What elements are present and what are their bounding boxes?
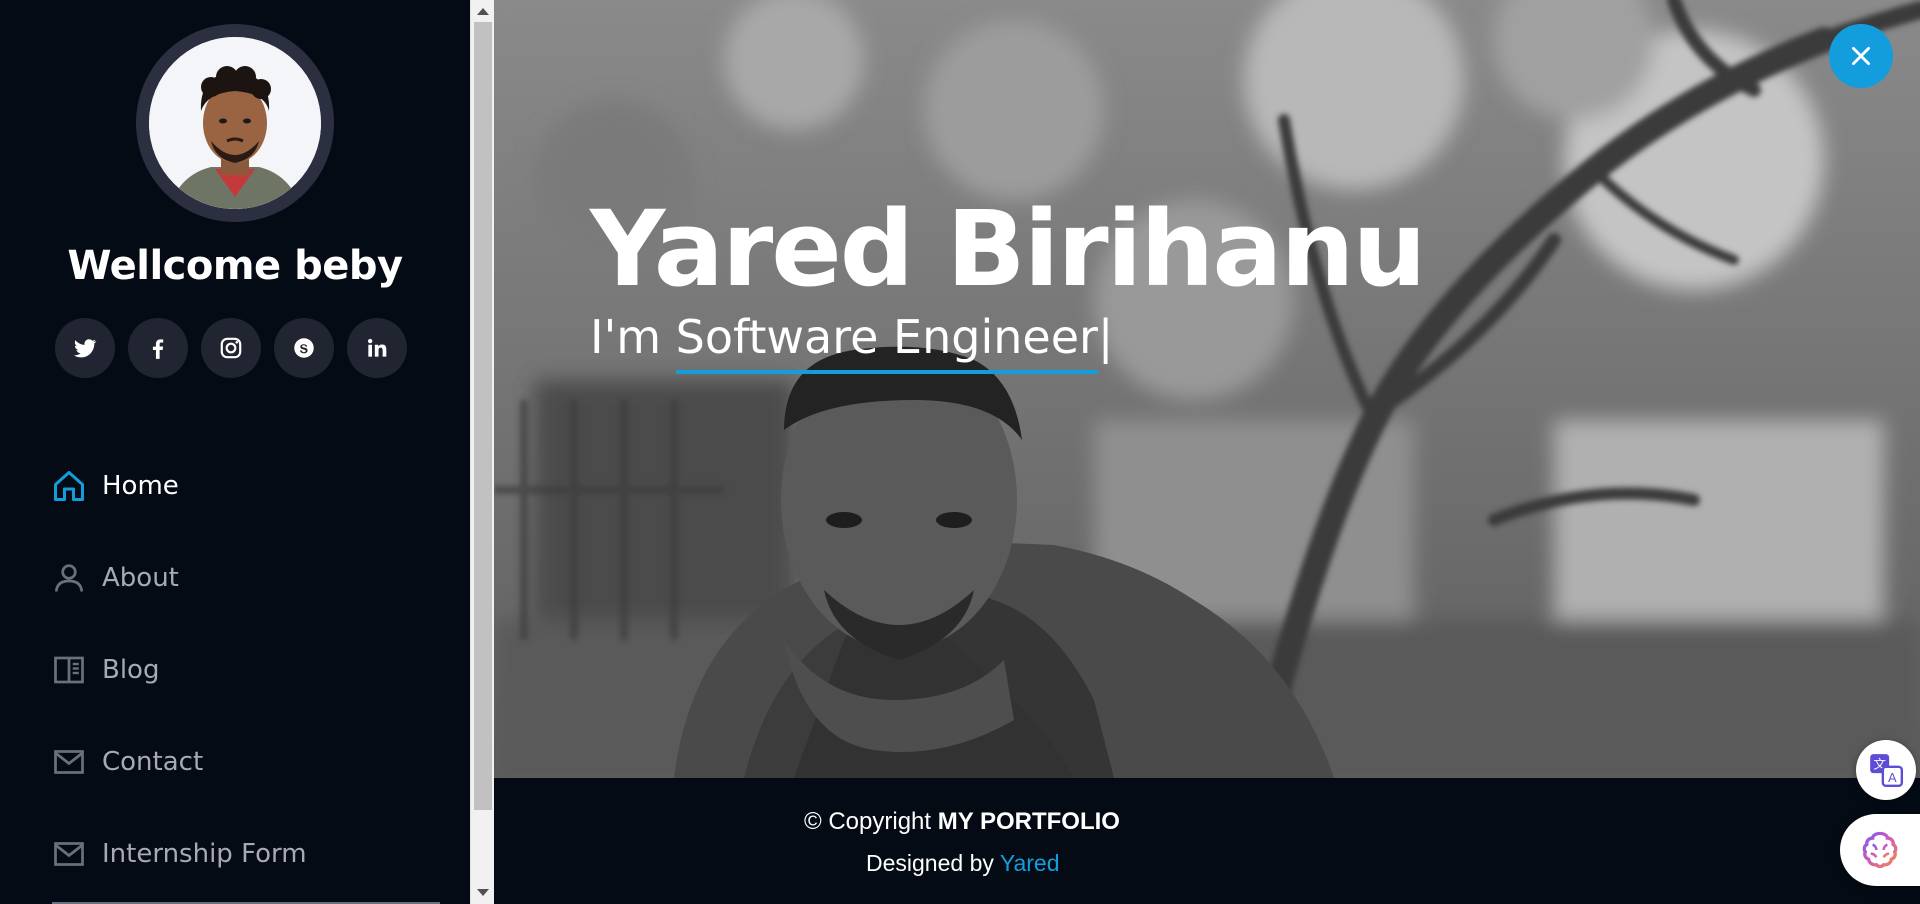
profile-avatar-ring [136, 24, 334, 222]
translate-button[interactable]: 文 A [1856, 740, 1916, 800]
social-links [55, 318, 407, 378]
book-icon [50, 651, 88, 689]
scroll-up-arrow[interactable] [477, 8, 489, 15]
designer-link[interactable]: Yared [1000, 850, 1060, 876]
close-menu-button[interactable] [1829, 24, 1893, 88]
instagram-icon [220, 337, 242, 359]
hero-subtitle: I'm Software Engineer| [590, 310, 1114, 374]
facebook-link[interactable] [128, 318, 188, 378]
sidebar: Wellcome beby Home About Blog Contact In… [0, 0, 470, 904]
linkedin-icon [368, 338, 387, 357]
nav-label-blog: Blog [102, 655, 160, 685]
envelope-icon [50, 835, 88, 873]
person-icon [50, 559, 88, 597]
welcome-heading: Wellcome beby [67, 243, 403, 289]
twitter-link[interactable] [55, 318, 115, 378]
instagram-link[interactable] [201, 318, 261, 378]
copyright-prefix: © Copyright [804, 808, 938, 835]
home-icon [50, 467, 88, 505]
envelope-icon [50, 743, 88, 781]
skype-link[interactable] [274, 318, 334, 378]
footer: © Copyright MY PORTFOLIO Designed by Yar… [494, 778, 1920, 904]
hero-role-typed: Software Engineer [675, 310, 1098, 374]
hero-subtitle-prefix: I'm [590, 310, 676, 364]
facebook-icon [152, 339, 164, 359]
nav-item-about[interactable]: About [50, 532, 307, 624]
skype-icon [294, 338, 314, 358]
translate-icon: 文 A [1870, 754, 1904, 788]
main-nav: Home About Blog Contact Internship Form [50, 440, 307, 900]
nav-item-contact[interactable]: Contact [50, 716, 307, 808]
nav-label-contact: Contact [102, 747, 204, 777]
nav-label-about: About [102, 563, 179, 593]
hero-section: Yared Birihanu I'm Software Engineer| [494, 0, 1920, 778]
copyright: © Copyright MY PORTFOLIO [804, 808, 1120, 836]
svg-text:A: A [1888, 770, 1897, 785]
scroll-thumb[interactable] [474, 22, 492, 810]
nav-label-home: Home [102, 471, 179, 501]
sidebar-scrollbar[interactable] [470, 0, 495, 904]
linkedin-link[interactable] [347, 318, 407, 378]
nav-label-internship-form: Internship Form [102, 839, 307, 869]
hero-background-photo [494, 0, 1920, 778]
designed-by-prefix: Designed by [866, 850, 1000, 876]
nav-item-blog[interactable]: Blog [50, 624, 307, 716]
ai-assistant-button[interactable] [1840, 814, 1920, 886]
avatar [149, 37, 321, 209]
scroll-down-arrow[interactable] [477, 889, 489, 896]
typing-cursor: | [1097, 310, 1114, 364]
nav-item-home[interactable]: Home [50, 440, 307, 532]
hero-name: Yared Birihanu [590, 188, 1427, 310]
copyright-brand: MY PORTFOLIO [937, 808, 1120, 835]
designed-by: Designed by Yared [866, 850, 1060, 877]
brain-icon [1862, 831, 1898, 869]
twitter-icon [73, 339, 97, 358]
close-icon [1852, 47, 1870, 65]
nav-item-internship-form[interactable]: Internship Form [50, 808, 307, 900]
